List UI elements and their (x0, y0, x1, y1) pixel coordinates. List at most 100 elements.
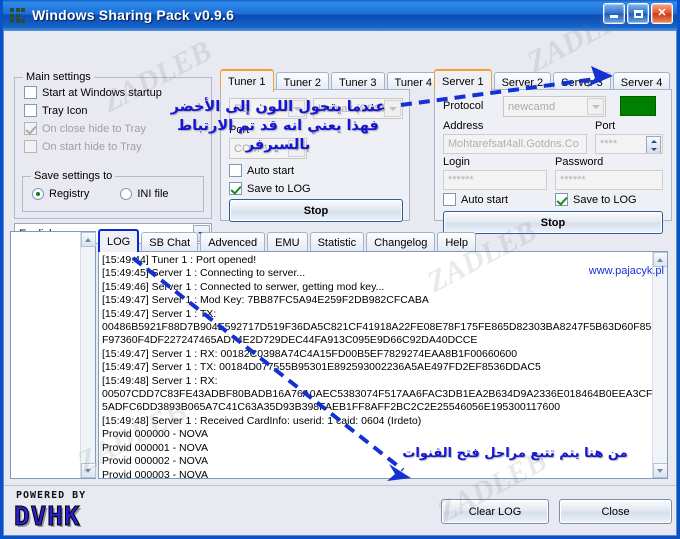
tab-advenced[interactable]: Advenced (200, 232, 266, 252)
log-line: 00486B5921F88D7B904E592717D519F36DA5C821… (102, 321, 652, 334)
tuner-port-value: COM 1 (234, 142, 269, 155)
log-line: [15:49:47] Server 1 : Mod Key: 7BB87FC5A… (102, 294, 429, 307)
close-dialog-button[interactable]: Close (559, 499, 672, 524)
save-settings-group: Save settings to Registry INI file (22, 170, 204, 212)
checkbox-on-close-hide-to-tray: On close hide to Tray (24, 122, 211, 135)
close-button[interactable]: ✕ (651, 3, 673, 24)
checkbox-icon[interactable] (24, 86, 37, 99)
log-area: LOG SB Chat Advenced EMU Statistic Chang… (4, 227, 676, 485)
tuner-panel: RS Humax (SSSP) Port COM 1 Auto start Sa… (220, 89, 410, 222)
minimize-icon (610, 15, 618, 18)
tuner-port-select[interactable]: COM 1 (229, 138, 307, 159)
maximize-button[interactable] (627, 3, 649, 24)
chevron-down-icon[interactable] (587, 98, 604, 115)
spinner-icon[interactable] (646, 136, 661, 153)
tab-server-1[interactable]: Server 1 (434, 69, 492, 92)
checkbox-icon[interactable] (555, 193, 568, 206)
server-port-label: Port (595, 120, 616, 132)
server-auto-start-checkbox[interactable]: Auto start (443, 193, 508, 206)
checkbox-icon[interactable] (443, 193, 456, 206)
client-area: Main settings Start at Windows startup T… (3, 30, 677, 536)
log-line: [15:49:47] Server 1 : TX: 00184D077555B9… (102, 361, 541, 374)
chevron-down-icon[interactable] (384, 100, 401, 117)
server-panel: Protocol newcamd Address Mohtarefsat4all… (434, 89, 672, 234)
tab-tuner-1[interactable]: Tuner 1 (220, 69, 274, 92)
radio-label: Registry (49, 188, 90, 200)
main-settings-title: Main settings (23, 71, 94, 83)
checkbox-label: Start at Windows startup (42, 86, 162, 99)
checkbox-label: On close hide to Tray (42, 122, 146, 135)
checkbox-on-start-hide-to-tray: On start hide to Tray (24, 140, 211, 153)
connection-status-indicator (620, 96, 656, 116)
log-line: [15:49:45] Server 1 : Connecting to serv… (102, 267, 306, 280)
channel-list-scrollbar[interactable] (80, 232, 96, 478)
tab-statistic[interactable]: Statistic (309, 232, 365, 252)
checkbox-icon[interactable] (229, 182, 242, 195)
footer-bar: POWERED BY DVHK Clear LOG Close (4, 485, 676, 535)
pajacyk-link[interactable]: www.pajacyk.pl (589, 265, 664, 277)
tuner-auto-start-checkbox[interactable]: Auto start (229, 164, 294, 177)
clear-log-button[interactable]: Clear LOG (441, 499, 549, 524)
tab-log[interactable]: LOG (98, 229, 140, 252)
server-password-input[interactable]: ****** (555, 170, 663, 190)
tuner-protocol-value: RS (234, 102, 250, 115)
window-title: Windows Sharing Pack v0.9.6 (32, 7, 235, 23)
log-line: Provid 000002 - NOVA (102, 455, 209, 468)
log-line: Provid 000003 - NOVA (102, 468, 209, 479)
dvhk-logo: DVHK (14, 502, 81, 533)
tuner-stop-button[interactable]: Stop (229, 199, 403, 222)
log-line: [15:49:44] Tuner 1 : Port opened! (102, 254, 257, 266)
log-output-panel[interactable]: [15:49:44] Tuner 1 : Port opened! [15:49:… (98, 251, 668, 479)
server-protocol-select[interactable]: newcamd (503, 96, 606, 117)
title-bar: Windows Sharing Pack v0.9.6 ✕ (3, 0, 677, 30)
tab-emu[interactable]: EMU (267, 232, 308, 252)
server-login-label: Login (443, 156, 470, 168)
log-line: 5ADFC6DD3893B065A7C41C63A35D93B398FAEB1F… (102, 401, 561, 414)
close-icon: ✕ (657, 7, 667, 19)
server-address-input[interactable]: Mohtarefsat4all.Gotdns.Co (443, 134, 587, 154)
checkbox-label: Save to LOG (573, 193, 637, 206)
app-grid-icon (10, 7, 25, 23)
top-settings-area: Main settings Start at Windows startup T… (4, 31, 676, 277)
tuner-device-value: Humax (SSSP) (318, 102, 393, 115)
checkbox-icon[interactable] (229, 164, 242, 177)
checkbox-icon[interactable] (24, 104, 37, 117)
log-line: F97360F4DF227247465AD74E2D729DEC44FA913C… (102, 334, 478, 347)
radio-registry[interactable]: Registry (23, 188, 89, 200)
tuner-save-to-log-checkbox[interactable]: Save to LOG (229, 182, 311, 195)
server-login-input[interactable]: ****** (443, 170, 547, 190)
radio-label: INI file (137, 188, 169, 200)
radio-icon[interactable] (120, 188, 133, 200)
checkbox-icon (24, 122, 37, 135)
radio-icon[interactable] (32, 188, 44, 200)
scroll-down-icon[interactable] (80, 463, 96, 478)
tuner-port-label: Port (229, 124, 250, 136)
server-save-to-log-checkbox[interactable]: Save to LOG (555, 193, 637, 206)
checkbox-icon (24, 140, 37, 153)
tab-changelog[interactable]: Changelog (366, 232, 436, 252)
minimize-button[interactable] (603, 3, 625, 24)
log-tabstrip: LOG SB Chat Advenced EMU Statistic Chang… (98, 229, 478, 252)
scroll-down-icon[interactable] (652, 463, 667, 478)
log-line: [15:49:48] Server 1 : RX: (102, 374, 218, 387)
chevron-down-icon[interactable] (288, 140, 305, 157)
log-line: 00507CDD7C83FE43ADBF80BADB16A76A0AEC5383… (102, 388, 652, 401)
log-line: [15:49:46] Server 1 : Connected to serwe… (102, 280, 385, 293)
server-port-input[interactable]: **** (595, 134, 663, 154)
checkbox-start-at-windows-startup[interactable]: Start at Windows startup (24, 86, 211, 99)
log-line: [15:49:47] Server 1 : TX: (102, 307, 217, 320)
maximize-icon (633, 9, 643, 18)
checkbox-tray-icon[interactable]: Tray Icon (24, 104, 211, 117)
tab-help[interactable]: Help (437, 232, 476, 252)
scroll-up-icon[interactable] (80, 232, 96, 247)
checkbox-label: Save to LOG (247, 182, 311, 195)
tuner-device-select[interactable]: Humax (SSSP) (313, 98, 403, 119)
log-scrollbar[interactable] (652, 252, 667, 478)
radio-ini-file[interactable]: INI file (111, 188, 169, 200)
tab-sb-chat[interactable]: SB Chat (141, 232, 199, 252)
channel-list-panel[interactable] (10, 231, 96, 479)
tuner-protocol-select[interactable]: RS (229, 98, 307, 119)
chevron-down-icon[interactable] (288, 100, 305, 117)
server-password-label: Password (555, 156, 604, 168)
window-controls: ✕ (603, 3, 673, 24)
